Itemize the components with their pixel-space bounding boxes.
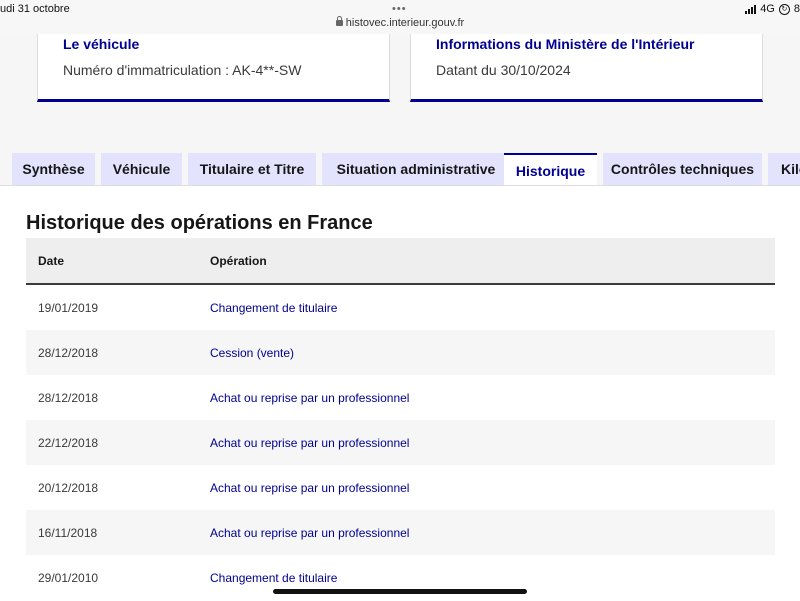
status-date: udi 31 octobre [0,3,70,15]
row-operation-link[interactable]: Changement de titulaire [210,301,337,315]
tab-historique[interactable]: Historique [504,153,597,186]
tab-kilometrage[interactable]: Kilo [768,153,800,185]
row-operation-link[interactable]: Changement de titulaire [210,571,337,585]
row-date: 22/12/2018 [38,436,99,450]
row-operation-link[interactable]: Cession (vente) [210,346,294,360]
row-operation-link[interactable]: Achat ou reprise par un professionnel [210,481,409,495]
row-operation-link[interactable]: Achat ou reprise par un professionnel [210,391,409,405]
row-date: 29/01/2010 [38,571,99,585]
vehicle-card: Le véhicule Numéro d'immatriculation : A… [37,34,390,102]
battery-label: 8 [793,3,800,15]
row-date: 28/12/2018 [38,391,99,405]
ministry-card: Informations du Ministère de l'Intérieur… [410,34,763,102]
row-operation-link[interactable]: Achat ou reprise par un professionnel [210,436,409,450]
registration-number: Numéro d'immatriculation : AK-4**-SW [63,62,302,78]
table-row: 19/01/2019 Changement de titulaire [26,285,775,330]
history-table: Date Opération 19/01/2019 Changement de … [26,238,775,600]
more-options-icon[interactable]: ••• [392,3,407,15]
history-panel: Historique des opérations en France Date… [0,185,800,601]
orientation-lock-icon: ↻ [778,3,790,15]
home-indicator[interactable] [273,589,527,594]
tab-synthese[interactable]: Synthèse [12,153,95,185]
table-row: 16/11/2018 Achat ou reprise par un profe… [26,510,775,555]
table-header: Date Opération [26,238,775,285]
column-header-operation: Opération [210,254,267,268]
network-label: 4G [760,3,775,15]
url-text: histovec.interieur.gouv.fr [345,17,465,29]
status-indicators: 4G ↻ 8 [745,3,800,15]
table-row: 20/12/2018 Achat ou reprise par un profe… [26,465,775,510]
browser-status-bar: udi 31 octobre ••• histovec.interieur.go… [0,0,800,34]
data-date: Datant du 30/10/2024 [436,62,571,78]
ministry-card-title: Informations du Ministère de l'Intérieur [436,36,695,52]
tab-vehicule[interactable]: Véhicule [101,153,182,185]
signal-icon [745,4,757,14]
table-row: 22/12/2018 Achat ou reprise par un profe… [26,420,775,465]
tab-bar: Synthèse Véhicule Titulaire et Titre Sit… [12,153,800,186]
table-row: 28/12/2018 Cession (vente) [26,330,775,375]
tab-titulaire-et-titre[interactable]: Titulaire et Titre [188,153,316,185]
row-operation-link[interactable]: Achat ou reprise par un professionnel [210,526,409,540]
row-date: 19/01/2019 [38,301,99,315]
row-date: 16/11/2018 [38,526,98,540]
tab-controles-techniques[interactable]: Contrôles techniques [603,153,762,185]
page-title: Historique des opérations en France [26,212,373,234]
tab-situation-administrative[interactable]: Situation administrative [322,153,510,185]
row-date: 28/12/2018 [38,346,99,360]
vehicle-card-title: Le véhicule [63,36,140,52]
table-row: 28/12/2018 Achat ou reprise par un profe… [26,375,775,420]
lock-icon [335,16,343,26]
row-date: 20/12/2018 [38,481,99,495]
address-bar[interactable]: histovec.interieur.gouv.fr [0,16,800,29]
column-header-date: Date [38,254,65,268]
